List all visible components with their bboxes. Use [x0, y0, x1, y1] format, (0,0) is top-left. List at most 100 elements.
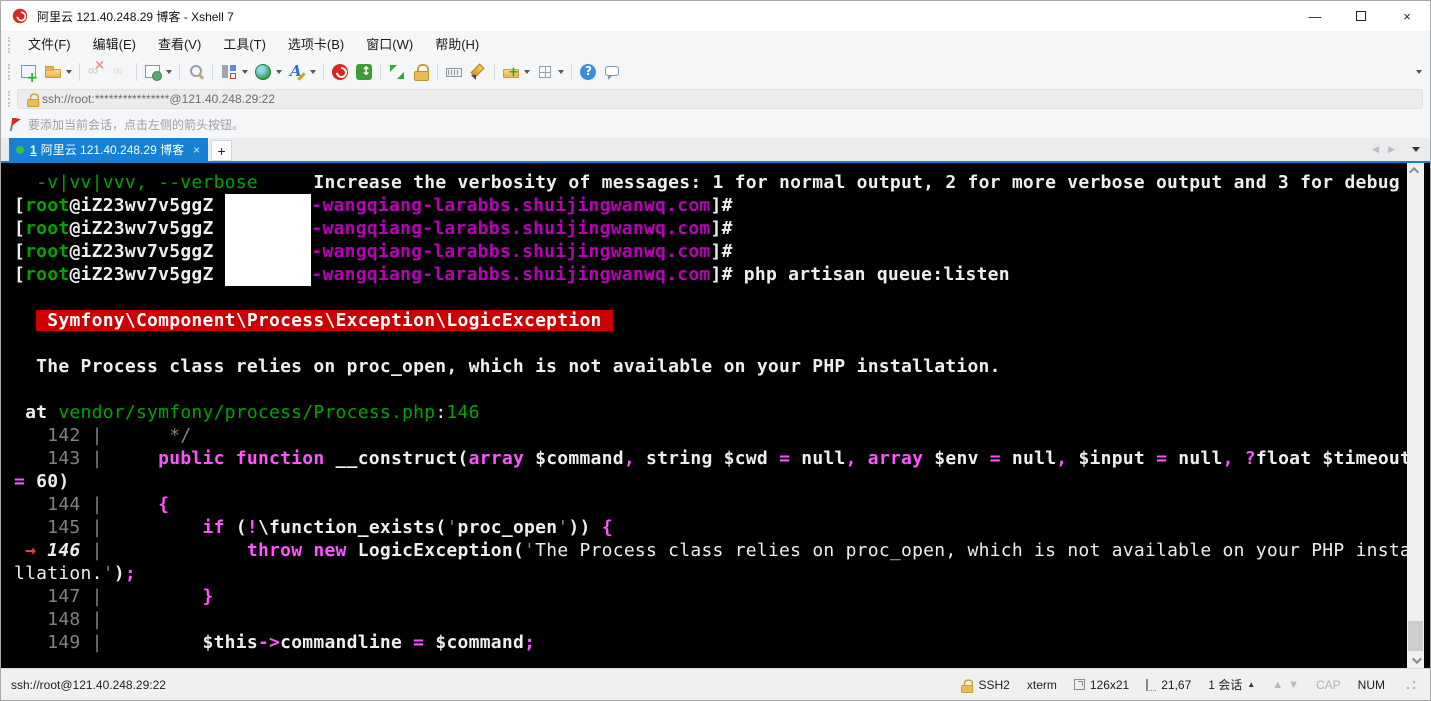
session-list-caret-icon[interactable]: ▲	[1247, 680, 1255, 689]
menu-item-6[interactable]: 窗口(W)	[355, 31, 424, 58]
menu-item-2[interactable]: 编辑(E)	[82, 31, 147, 58]
menu-item-5[interactable]: 选项卡(B)	[277, 31, 355, 58]
minimize-button[interactable]: —	[1292, 1, 1338, 31]
scroll-down-button[interactable]	[1407, 653, 1424, 668]
scroll-up-button[interactable]	[1407, 163, 1424, 178]
feedback-button[interactable]	[600, 61, 624, 83]
addressbar-grip[interactable]	[8, 90, 11, 107]
num-lock-indicator: NUM	[1357, 677, 1385, 692]
new-file-button[interactable]	[499, 61, 533, 83]
font-button[interactable]	[285, 61, 319, 83]
lock-screen-icon	[412, 63, 430, 81]
screen-size-icon	[1073, 679, 1085, 690]
toolbar-separator	[571, 63, 572, 81]
toolbar-separator	[494, 63, 495, 81]
help-button[interactable]	[576, 61, 600, 83]
dropdown-caret-icon[interactable]	[310, 70, 316, 74]
dropdown-caret-icon[interactable]	[166, 70, 172, 74]
terminal-text-segment: float $timeout	[1255, 448, 1407, 469]
tab-bar: 1 阿里云 121.40.248.29 博客 × + ◀ ▶	[1, 138, 1430, 163]
highlight-pen-button[interactable]	[466, 61, 490, 83]
terminal-screen[interactable]: -v|vv|vvv, --verbose Increase the verbos…	[1, 163, 1407, 668]
dropdown-caret-icon[interactable]	[558, 70, 564, 74]
open-folder-button[interactable]	[41, 61, 75, 83]
tile-windows-button[interactable]	[533, 61, 567, 83]
close-button[interactable]: ×	[1384, 1, 1430, 31]
menu-item-1[interactable]: 文件(F)	[17, 31, 82, 58]
menu-item-7[interactable]: 帮助(H)	[424, 31, 490, 58]
terminal-line: 145 | if (!\function_exists('proc_open')…	[14, 516, 1407, 539]
toolbar-separator	[136, 63, 137, 81]
menu-item-3[interactable]: 查看(V)	[147, 31, 212, 58]
redaction-block	[224, 263, 312, 286]
maximize-button[interactable]	[1338, 1, 1384, 31]
terminal-text-segment: 143 |	[14, 448, 114, 469]
session-count[interactable]: 1 会话 ▲	[1208, 676, 1255, 693]
dropdown-caret-icon[interactable]	[524, 70, 530, 74]
xshell-button[interactable]	[328, 61, 352, 83]
jump-up-arrow-icon[interactable]: ▲	[1272, 679, 1283, 691]
encoding-globe-button[interactable]	[251, 61, 285, 83]
toolbar-overflow-caret[interactable]	[1416, 70, 1422, 74]
terminal-text-segment: =	[1156, 448, 1168, 469]
terminal-line: at vendor/symfony/process/Process.php:14…	[14, 401, 1407, 424]
fullscreen-button[interactable]	[385, 61, 409, 83]
session-properties-button[interactable]	[141, 61, 175, 83]
dropdown-caret-icon[interactable]	[242, 70, 248, 74]
terminal-text-segment: {	[601, 517, 613, 538]
terminal-text-segment: @iZ23wv7v5ggZ	[69, 241, 225, 262]
virtual-keyboard-button[interactable]	[442, 61, 466, 83]
terminal-text-segment: -wangqiang-larabbs.shuijingwanwq.com	[311, 218, 711, 239]
new-session-button[interactable]	[17, 61, 41, 85]
lock-screen-button[interactable]	[409, 61, 433, 83]
compose-bar-button[interactable]	[217, 61, 251, 83]
reconnect-button[interactable]	[108, 61, 132, 83]
toolbar-grip[interactable]	[8, 64, 11, 80]
maximize-icon	[1356, 11, 1366, 21]
disconnect-button[interactable]	[84, 59, 108, 83]
tab-label: 阿里云 121.40.248.29 博客	[40, 143, 185, 157]
terminal-text-segment: 148 |	[14, 609, 103, 630]
tab-close-icon[interactable]: ×	[193, 143, 200, 157]
terminal-scrollbar[interactable]	[1407, 163, 1424, 668]
terminal-type-indicator[interactable]: xterm	[1027, 678, 1057, 692]
window-title: 阿里云 121.40.248.29 博客 - Xshell 7	[37, 9, 234, 24]
terminal-line: → 146 | throw new LogicException('The Pr…	[14, 539, 1407, 562]
compose-bar-icon	[220, 63, 238, 81]
terminal-text-segment: ,	[1056, 448, 1068, 469]
session-tab[interactable]: 1 阿里云 121.40.248.29 博客 ×	[9, 138, 209, 161]
resize-grip[interactable]	[1406, 679, 1416, 690]
encoding-globe-icon	[254, 63, 272, 81]
dropdown-caret-icon[interactable]	[66, 70, 72, 74]
terminal-text-segment: llation.	[14, 563, 103, 584]
next-tab-arrow-icon[interactable]: ▶	[1388, 144, 1395, 155]
jump-down-arrow-icon[interactable]: ▼	[1288, 679, 1299, 691]
scrollbar-thumb[interactable]	[1408, 621, 1423, 651]
terminal-text-segment: array	[468, 448, 525, 469]
terminal-text-segment: 146	[446, 402, 480, 423]
redaction-block	[224, 194, 312, 217]
tab-list-caret-icon[interactable]	[1412, 147, 1420, 152]
terminal-text-segment: root	[25, 264, 70, 285]
info-bar-text: 要添加当前会话，点击左侧的箭头按钮。	[28, 118, 245, 132]
find-button[interactable]	[184, 61, 208, 83]
new-tab-button[interactable]: +	[211, 140, 233, 161]
new-session-icon	[20, 63, 38, 85]
status-right-cluster: SSH2 xterm 126x21 21,67 1 会话 ▲ ▲ ▼ CAP N…	[958, 676, 1416, 693]
disconnect-icon	[87, 59, 105, 81]
address-bar[interactable]: ssh://root:****************@121.40.248.2…	[17, 88, 1423, 109]
prev-tab-arrow-icon[interactable]: ◀	[1372, 144, 1379, 155]
virtual-keyboard-icon	[445, 63, 463, 81]
terminal-text-segment: ->	[257, 632, 281, 653]
menubar-grip[interactable]	[8, 36, 11, 53]
terminal-line: Symfony\Component\Process\Exception\Logi…	[14, 309, 1407, 332]
menu-item-4[interactable]: 工具(T)	[212, 31, 277, 58]
help-icon	[579, 63, 597, 81]
xftp-button[interactable]	[352, 61, 376, 83]
session-properties-icon	[144, 63, 162, 81]
dropdown-caret-icon[interactable]	[276, 70, 282, 74]
